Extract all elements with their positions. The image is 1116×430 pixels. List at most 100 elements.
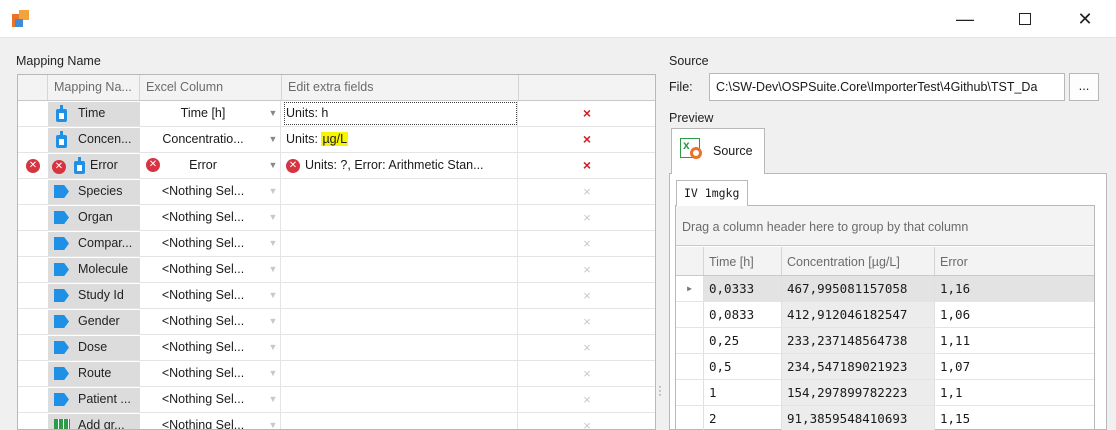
delete-mapping-button[interactable]: × [519,127,655,152]
concentration-cell[interactable]: 154,297899782223 [781,380,934,405]
extra-fields-cell[interactable] [282,335,518,360]
excel-column-select[interactable]: <Nothing Sel... ▼ [140,413,281,429]
error-cell[interactable]: 1,1 [934,380,1094,405]
concentration-cell[interactable]: 412,912046182547 [781,302,934,327]
extra-fields-cell[interactable] [282,413,518,429]
chevron-down-icon[interactable]: ▼ [266,205,280,230]
header-excel-column[interactable]: Excel Column [140,75,282,100]
file-path-field[interactable]: C:\SW-Dev\OSPSuite.Core\ImporterTest\4Gi… [709,73,1065,101]
excel-column-select[interactable]: <Nothing Sel... ▼ [140,309,281,334]
preview-header-time[interactable]: Time [h] [703,247,781,275]
preview-row[interactable]: ▶ 0,0333 467,995081157058 1,16 [676,276,1094,302]
delete-mapping-button[interactable]: × [519,153,655,178]
group-by-panel[interactable]: Drag a column header here to group by th… [676,206,1094,246]
preview-header-error[interactable]: Error [934,247,1094,275]
extra-fields-cell[interactable] [282,309,518,334]
excel-column-select[interactable]: Concentratio... ▼ [140,127,281,152]
header-edit-extra-fields[interactable]: Edit extra fields [282,75,519,100]
delete-mapping-button[interactable]: × [519,231,655,256]
concentration-cell[interactable]: 233,237148564738 [781,328,934,353]
time-cell[interactable]: 2 [703,406,781,430]
chevron-down-icon[interactable]: ▼ [266,231,280,256]
extra-fields-cell[interactable]: Units: µg/L [282,127,518,152]
extra-fields-cell[interactable] [282,257,518,282]
mapping-row[interactable]: Molecule <Nothing Sel... ▼ × [18,257,655,283]
header-mapping-name[interactable]: Mapping Na... [48,75,140,100]
preview-row[interactable]: 1 154,297899782223 1,1 [676,380,1094,406]
maximize-button[interactable] [1002,0,1048,38]
preview-row[interactable]: 0,5 234,547189021923 1,07 [676,354,1094,380]
delete-mapping-button[interactable]: × [519,101,655,126]
extra-fields-cell[interactable] [282,179,518,204]
extra-fields-cell[interactable] [282,387,518,412]
time-cell[interactable]: 0,5 [703,354,781,379]
delete-mapping-button[interactable]: × [519,283,655,308]
preview-row[interactable]: 2 91,3859548410693 1,15 [676,406,1094,430]
delete-mapping-button[interactable]: × [519,257,655,282]
error-cell[interactable]: 1,15 [934,406,1094,430]
excel-column-select[interactable]: <Nothing Sel... ▼ [140,205,281,230]
chevron-down-icon[interactable]: ▼ [266,413,280,429]
mapping-row[interactable]: Organ <Nothing Sel... ▼ × [18,205,655,231]
close-window-button[interactable]: ✕ [1062,0,1108,38]
excel-column-select[interactable]: <Nothing Sel... ▼ [140,387,281,412]
extra-fields-cell[interactable] [282,205,518,230]
excel-column-select[interactable]: <Nothing Sel... ▼ [140,179,281,204]
chevron-down-icon[interactable]: ▼ [266,153,280,178]
mapping-row[interactable]: Time Time [h] ▼ Units: h × [18,101,655,127]
excel-column-select[interactable]: <Nothing Sel... ▼ [140,257,281,282]
chevron-down-icon[interactable]: ▼ [266,179,280,204]
delete-mapping-button[interactable]: × [519,335,655,360]
browse-file-button[interactable]: ... [1069,73,1099,101]
excel-column-select[interactable]: <Nothing Sel... ▼ [140,335,281,360]
error-cell[interactable]: 1,07 [934,354,1094,379]
error-cell[interactable]: 1,06 [934,302,1094,327]
minimize-button[interactable]: — [942,0,988,38]
chevron-down-icon[interactable]: ▼ [266,283,280,308]
chevron-down-icon[interactable]: ▼ [266,257,280,282]
chevron-down-icon[interactable]: ▼ [266,309,280,334]
mapping-row[interactable]: Gender <Nothing Sel... ▼ × [18,309,655,335]
delete-mapping-button[interactable]: × [519,205,655,230]
concentration-cell[interactable]: 467,995081157058 [781,276,934,301]
chevron-down-icon[interactable]: ▼ [266,101,280,126]
mapping-row[interactable]: ✕ ✕ Error ✕ Error ▼ ✕ Units: ?, Error: Arithmet… [18,153,655,179]
concentration-cell[interactable]: 234,547189021923 [781,354,934,379]
time-cell[interactable]: 0,25 [703,328,781,353]
mapping-row[interactable]: Concen... Concentratio... ▼ Units: µg/L × [18,127,655,153]
error-cell[interactable]: 1,16 [934,276,1094,301]
mapping-row[interactable]: Add gr... <Nothing Sel... ▼ × [18,413,655,429]
excel-column-select[interactable]: <Nothing Sel... ▼ [140,283,281,308]
preview-row[interactable]: 0,25 233,237148564738 1,11 [676,328,1094,354]
chevron-down-icon[interactable]: ▼ [266,361,280,386]
error-cell[interactable]: 1,11 [934,328,1094,353]
excel-column-select[interactable]: <Nothing Sel... ▼ [140,361,281,386]
excel-column-select[interactable]: ✕ Error ▼ [140,153,281,178]
time-cell[interactable]: 1 [703,380,781,405]
mapping-row[interactable]: Route <Nothing Sel... ▼ × [18,361,655,387]
extra-fields-cell[interactable] [282,283,518,308]
time-cell[interactable]: 0,0333 [703,276,781,301]
mapping-row[interactable]: Compar... <Nothing Sel... ▼ × [18,231,655,257]
excel-column-select[interactable]: Time [h] ▼ [140,101,281,126]
chevron-down-icon[interactable]: ▼ [266,127,280,152]
delete-mapping-button[interactable]: × [519,309,655,334]
extra-fields-cell[interactable] [282,231,518,256]
chevron-down-icon[interactable]: ▼ [266,335,280,360]
chevron-down-icon[interactable]: ▼ [266,387,280,412]
delete-mapping-button[interactable]: × [519,387,655,412]
mapping-row[interactable]: Study Id <Nothing Sel... ▼ × [18,283,655,309]
delete-mapping-button[interactable]: × [519,361,655,386]
splitter-handle[interactable]: · · · [657,382,663,401]
delete-mapping-button[interactable]: × [519,179,655,204]
tab-source[interactable]: x Source [671,128,765,174]
sheet-tab[interactable]: IV 1mgkg [676,180,748,206]
mapping-row[interactable]: Dose <Nothing Sel... ▼ × [18,335,655,361]
mapping-row[interactable]: Species <Nothing Sel... ▼ × [18,179,655,205]
mapping-row[interactable]: Patient ... <Nothing Sel... ▼ × [18,387,655,413]
preview-header-concentration[interactable]: Concentration [µg/L] [781,247,934,275]
extra-fields-cell[interactable] [282,361,518,386]
delete-mapping-button[interactable]: × [519,413,655,429]
excel-column-select[interactable]: <Nothing Sel... ▼ [140,231,281,256]
concentration-cell[interactable]: 91,3859548410693 [781,406,934,430]
